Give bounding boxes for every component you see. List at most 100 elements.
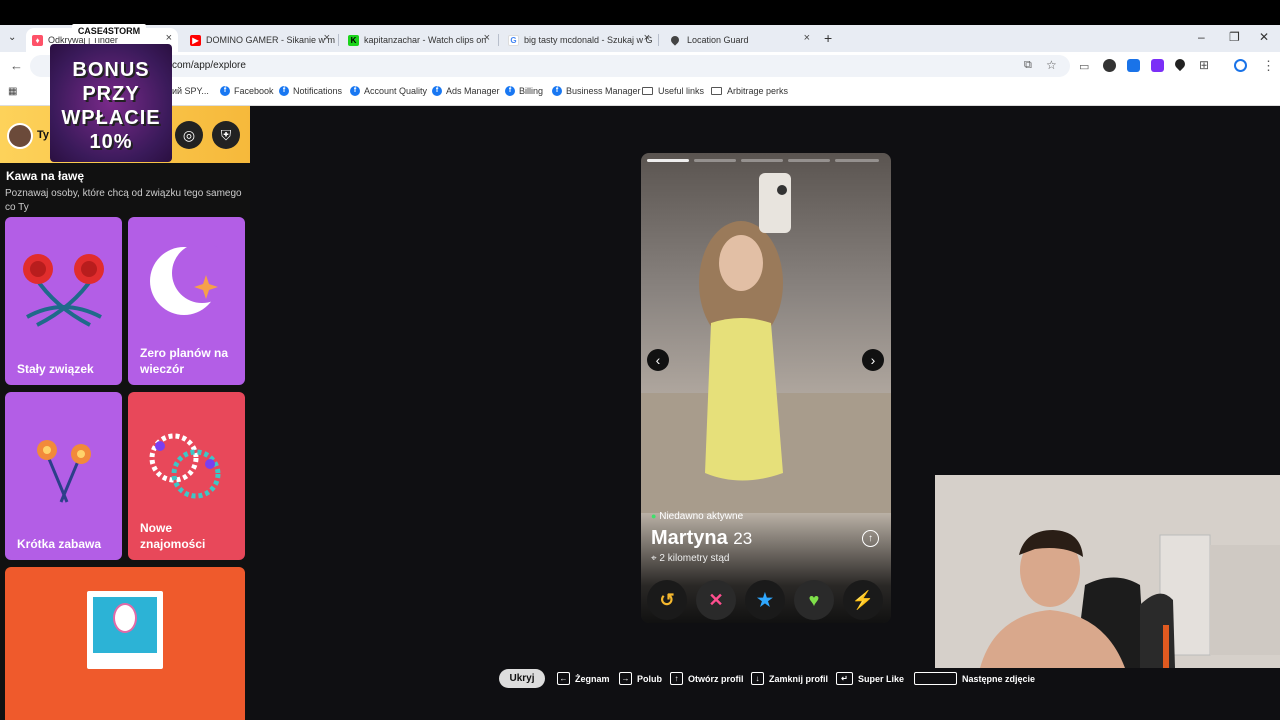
- open-profile-button[interactable]: ↑: [862, 530, 879, 547]
- profile-icon[interactable]: [1234, 59, 1247, 72]
- tab-close-icon[interactable]: ×: [324, 32, 330, 44]
- tinder-favicon-icon: ♦: [32, 34, 43, 46]
- card-label: Krótka zabawa: [17, 537, 102, 551]
- bookmark-useful-links[interactable]: Useful links: [642, 86, 704, 96]
- explore-sidebar: Ty ◎ ⛨ Kawa na ławę Poznawaj osoby, któr…: [0, 106, 250, 720]
- lightning-icon: ⚡: [851, 590, 875, 610]
- google-favicon-icon: G: [508, 34, 519, 46]
- tab-title: kapitanzachar - Watch clips on: [364, 35, 487, 45]
- maximize-icon[interactable]: ❐: [1229, 30, 1240, 44]
- url-text: com/app/explore: [172, 60, 246, 71]
- extension-blue-icon[interactable]: [1127, 59, 1140, 72]
- card-krotka-zabawa[interactable]: Krótka zabawa: [5, 392, 122, 560]
- kick-favicon-icon: K: [348, 34, 359, 46]
- arrow-down-key-icon: ↓: [751, 672, 764, 685]
- menu-kebab-icon[interactable]: ⋮: [1262, 58, 1275, 74]
- photo-progress-bar: [788, 159, 830, 162]
- section-title: Kawa na ławę: [6, 169, 85, 183]
- star-icon: ★: [756, 590, 774, 610]
- card-staly-zwiazek[interactable]: Stały związek: [5, 217, 122, 385]
- rewind-button[interactable]: ↺: [647, 580, 687, 620]
- promo-line: BONUS: [72, 59, 150, 81]
- photo-progress-bar: [741, 159, 783, 162]
- tab-google[interactable]: G big tasty mcdonald - Szukaj w G ×: [502, 28, 656, 52]
- apps-grid-icon[interactable]: ▦: [8, 86, 17, 97]
- extension-purple-icon[interactable]: [1151, 59, 1164, 72]
- super-like-button[interactable]: ★: [745, 580, 785, 620]
- hide-shortcuts-button[interactable]: Ukryj: [499, 669, 545, 688]
- camera-icon[interactable]: ▭: [1079, 60, 1089, 73]
- boost-button[interactable]: ⚡: [843, 580, 883, 620]
- tab-close-icon[interactable]: ×: [644, 32, 650, 44]
- arrow-left-key-icon: ←: [557, 672, 570, 685]
- extensions-puzzle-icon[interactable]: ⊞: [1199, 58, 1209, 72]
- webcam-scene: [935, 475, 1280, 668]
- tab-strip: ⌄ ♦ Odkrywaj | Tinder × ▶ DOMINO GAMER -…: [0, 25, 1280, 52]
- sparklers-icon: [37, 440, 91, 503]
- folder-icon: [711, 87, 722, 95]
- profile-age: 23: [733, 529, 753, 548]
- tab-close-icon[interactable]: ×: [804, 32, 810, 44]
- tab-list-chevron-icon[interactable]: ⌄: [8, 32, 16, 43]
- facebook-icon: f: [432, 86, 442, 96]
- location-pin-icon: ⌖: [651, 553, 657, 564]
- like-button[interactable]: ♥: [794, 580, 834, 620]
- promo-line: 10%: [89, 131, 133, 153]
- shortcut-hint: ↑ Otwórz profil: [670, 672, 744, 685]
- bookmark-billing[interactable]: f Billing: [505, 86, 543, 96]
- photo-progress-bar: [647, 159, 689, 162]
- url-bar[interactable]: com/app/explore: [30, 55, 1070, 77]
- nope-button[interactable]: ✕: [696, 580, 736, 620]
- space-key-icon: [914, 672, 957, 685]
- bookmark-account-quality[interactable]: f Account Quality: [350, 86, 427, 96]
- facebook-icon: f: [279, 86, 289, 96]
- polaroid-face-icon: [87, 591, 163, 669]
- profile-name: Martyna 23: [651, 527, 753, 549]
- tab-close-icon[interactable]: ×: [166, 32, 172, 44]
- arrow-right-key-icon: →: [619, 672, 632, 685]
- minimize-icon[interactable]: –: [1198, 30, 1205, 44]
- safety-shield-icon[interactable]: ⛨: [212, 121, 240, 149]
- tab-close-icon[interactable]: ×: [484, 32, 490, 44]
- extension-shield-icon[interactable]: [1172, 56, 1188, 72]
- bookmark-spy[interactable]: ий SPY...: [172, 86, 209, 96]
- card-label: Stały związek: [17, 362, 94, 376]
- screen-top-strip: [0, 0, 1280, 25]
- close-window-icon[interactable]: ✕: [1259, 30, 1269, 44]
- tab-kick[interactable]: K kapitanzachar - Watch clips on ×: [342, 28, 496, 52]
- shortcut-hint: ↵ Super Like: [836, 672, 904, 685]
- card-zero-planow[interactable]: Zero planów na wieczór: [128, 217, 245, 385]
- close-x-icon: ✕: [708, 590, 724, 610]
- bookmark-notifications[interactable]: f Notifications: [279, 86, 342, 96]
- next-photo-icon[interactable]: ›: [862, 349, 884, 371]
- roses-icon: [23, 254, 104, 327]
- new-tab-button[interactable]: +: [824, 30, 832, 46]
- facebook-icon: f: [220, 86, 230, 96]
- explore-button[interactable]: ◎: [175, 121, 203, 149]
- bookmark-star-icon[interactable]: ☆: [1046, 58, 1057, 72]
- tab-location-guard[interactable]: Location Guard ×: [662, 28, 816, 52]
- arrow-up-key-icon: ↑: [670, 672, 683, 685]
- previous-photo-icon[interactable]: ‹: [647, 349, 669, 371]
- card-nowe-znajomosci[interactable]: Nowe znajomości: [128, 392, 245, 560]
- bookmark-arbitrage-perks[interactable]: Arbitrage perks: [711, 86, 788, 96]
- shortcut-hint: → Polub: [619, 672, 662, 685]
- bracelets-icon: [149, 433, 221, 499]
- card-bottom[interactable]: [5, 567, 245, 720]
- user-name: Ty: [37, 129, 50, 141]
- facebook-icon: f: [552, 86, 562, 96]
- avatar[interactable]: [7, 123, 33, 149]
- card-label: Zero planów na wieczór: [140, 346, 229, 376]
- tab-domino[interactable]: ▶ DOMINO GAMER - Sikanie w m ×: [184, 28, 336, 52]
- promo-line: PRZY: [82, 83, 140, 105]
- extension-cookie-icon[interactable]: [1103, 59, 1116, 72]
- tab-title: big tasty mcdonald - Szukaj w G: [524, 35, 653, 45]
- bookmark-ads-manager[interactable]: f Ads Manager: [432, 86, 500, 96]
- bookmark-facebook[interactable]: f Facebook: [220, 86, 274, 96]
- install-app-icon[interactable]: ⧉: [1024, 59, 1032, 72]
- tab-separator: [498, 34, 499, 46]
- youtube-favicon-icon: ▶: [190, 34, 201, 46]
- back-icon[interactable]: ←: [10, 58, 23, 73]
- moon-star-icon: [150, 243, 232, 315]
- bookmark-business-manager[interactable]: f Business Manager: [552, 86, 641, 96]
